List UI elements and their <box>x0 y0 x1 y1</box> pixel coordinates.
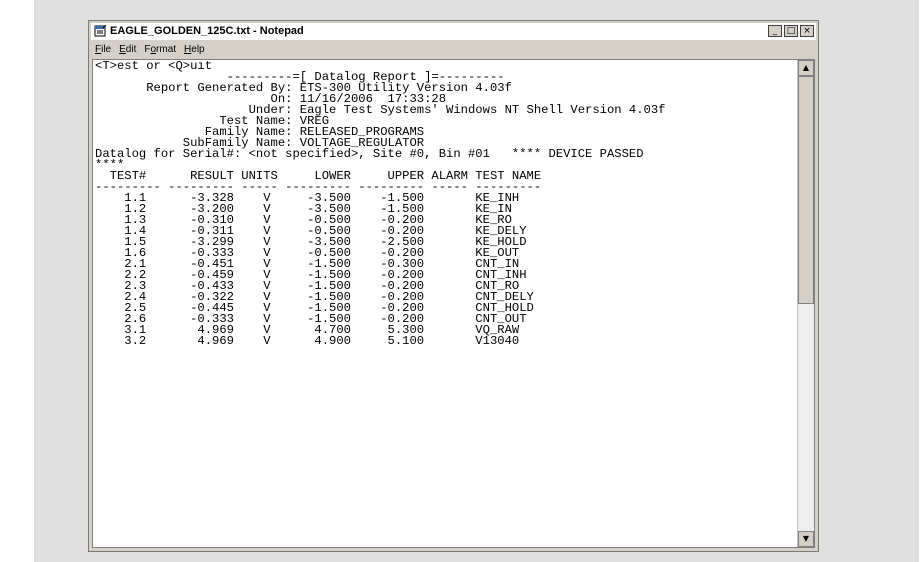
notepad-window: EAGLE_GOLDEN_125C.txt - Notepad _ □ × Fi… <box>88 20 819 552</box>
scroll-down-icon[interactable]: ▼ <box>798 531 814 547</box>
text-content[interactable]: <T>est or <Q>uit ---------=[ Datalog Rep… <box>95 61 798 547</box>
window-controls: _ □ × <box>768 25 814 37</box>
menu-bar: File Edit Format Help <box>91 42 816 58</box>
scroll-thumb[interactable] <box>798 76 814 304</box>
close-button[interactable]: × <box>800 25 814 37</box>
menu-format[interactable]: Format <box>144 43 176 57</box>
window-title: EAGLE_GOLDEN_125C.txt - Notepad <box>110 25 304 37</box>
text-line: 3.2 4.969 V 4.900 5.100 V13040 <box>95 334 520 348</box>
text-line: Datalog for Serial#: <not specified>, Si… <box>95 147 644 161</box>
maximize-button[interactable]: □ <box>784 25 798 37</box>
menu-help[interactable]: Help <box>184 43 205 57</box>
menu-file[interactable]: File <box>95 43 111 57</box>
scroll-up-icon[interactable]: ▲ <box>798 60 814 76</box>
text-editor[interactable]: <T>est or <Q>uit ---------=[ Datalog Rep… <box>92 59 815 548</box>
minimize-button[interactable]: _ <box>768 25 782 37</box>
vertical-scrollbar[interactable]: ▲ ▼ <box>797 60 814 547</box>
title-bar[interactable]: EAGLE_GOLDEN_125C.txt - Notepad _ □ × <box>91 23 816 40</box>
menu-edit[interactable]: Edit <box>119 43 136 57</box>
notepad-icon <box>94 25 107 37</box>
